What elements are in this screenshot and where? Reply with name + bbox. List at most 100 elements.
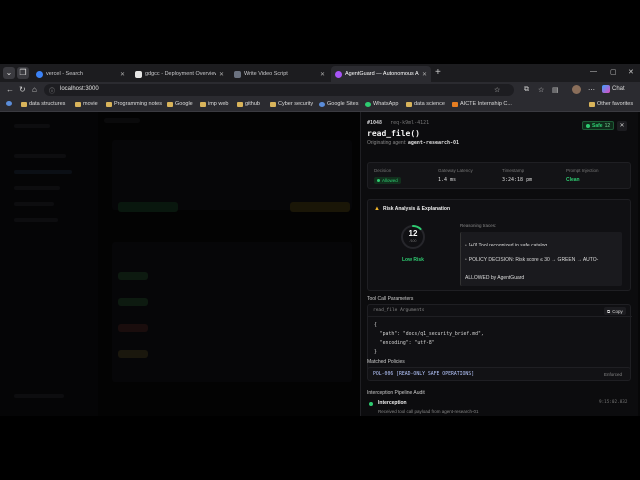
stat-prompt-injection: Prompt Injection Clean (566, 168, 599, 183)
bookmark-aicte[interactable]: AICTE Internship C... (452, 101, 512, 107)
bookmark-movie[interactable]: movie (75, 101, 98, 107)
close-icon[interactable]: ✕ (120, 71, 125, 78)
profile-avatar[interactable] (572, 85, 581, 94)
workspaces-button[interactable]: ❐ (17, 67, 29, 79)
stat-latency: Gateway Latency 1.4 ms (438, 168, 473, 183)
close-icon[interactable]: ✕ (219, 71, 224, 78)
address-bar[interactable]: ⓘ localhost:3000 ☆ (44, 84, 514, 96)
browser-window: ⌄ ❐ vercel - Search ✕ gdgcc - Deployment… (0, 64, 640, 416)
tool-call-title: read_file() (367, 129, 420, 138)
bookmarks-bar: data structures movie Programming notes … (0, 98, 640, 112)
policy-row[interactable]: POL-006 [READ-ONLY SAFE OPERATIONS] Enfo… (367, 367, 631, 381)
request-id: req-k9ml-4121 (390, 120, 430, 126)
call-id: #1048 (367, 120, 383, 126)
folder-icon (75, 101, 81, 107)
folder-icon (21, 101, 27, 107)
code-title: read_file Arguments (373, 308, 425, 313)
code-line: "path": "docs/q1_security_brief.md", (374, 332, 484, 337)
tab-vercel-search[interactable]: vercel - Search ✕ (32, 66, 129, 82)
maximize-icon[interactable]: ▢ (610, 68, 617, 76)
close-icon[interactable]: ✕ (320, 71, 325, 78)
policy-name: POL-006 [READ-ONLY SAFE OPERATIONS] (373, 372, 475, 377)
bookmark-programming-notes[interactable]: Programming notes (106, 101, 162, 107)
policies-heading: Matched Policies (367, 359, 405, 365)
info-icon: ⓘ (49, 89, 56, 95)
address-row: ← ↻ ⌂ ⓘ localhost:3000 ☆ ⧉ ☆ ▤ ⋯ Chat (0, 82, 640, 98)
minimize-icon[interactable]: — (590, 68, 597, 75)
bookmark-github[interactable]: github (237, 101, 260, 107)
code-line: { (374, 323, 377, 328)
folder-icon (106, 101, 112, 107)
stat-timestamp: Timestamp 3:24:18 pm (502, 168, 533, 183)
agentguard-icon (335, 70, 342, 78)
folder-icon (270, 101, 276, 107)
call-id-row: #1048 req-k9ml-4121 (367, 120, 429, 126)
folder-icon (589, 101, 595, 107)
tab-actions-button[interactable]: ⌄ (3, 67, 15, 79)
bookmark-data-structures[interactable]: data structures (21, 101, 65, 107)
modal-overlay[interactable] (0, 112, 360, 416)
copilot-chat-button[interactable]: Chat (602, 85, 625, 93)
audit-heading: Interception Pipeline Audit (367, 390, 425, 396)
policy-status: Enforced (604, 372, 623, 377)
bookmark-cyber-security[interactable]: Cyber security (270, 101, 313, 107)
traces-label: Reasoning traces: (460, 223, 497, 228)
close-window-icon[interactable]: ✕ (628, 68, 634, 76)
copilot-icon (602, 85, 610, 93)
home-icon[interactable]: ⌂ (32, 85, 37, 94)
risk-score: 12 (408, 229, 418, 238)
tab-write-video-script[interactable]: Write Video Script ✕ (230, 66, 329, 82)
step-title: Interception (378, 400, 407, 406)
risk-heading: ▲ Risk Analysis & Explanation (374, 206, 451, 212)
new-tab-button[interactable]: + (435, 67, 441, 79)
risk-level: Low Risk (402, 257, 424, 263)
back-icon[interactable]: ← (6, 85, 14, 94)
other-favorites[interactable]: Other favorites (589, 101, 633, 107)
extensions-icon[interactable]: ⧉ (524, 86, 529, 94)
code-line: "encoding": "utf-8" (374, 341, 435, 346)
bookmark-google[interactable]: Google (167, 101, 193, 107)
favorites-icon[interactable]: ☆ (538, 86, 544, 94)
tab-deployment-overview[interactable]: gdgcc - Deployment Overview ✕ (131, 66, 228, 82)
close-icon[interactable]: ✕ (422, 71, 427, 78)
bullet-icon: • (465, 257, 467, 263)
more-icon[interactable]: ⋯ (588, 86, 595, 94)
risk-score-gauge: 12 /100 (400, 224, 426, 250)
warning-icon: ▲ (374, 206, 380, 212)
google-sites-icon (319, 101, 325, 107)
bookmark-imp-web[interactable]: imp web (200, 101, 228, 107)
agent-name: agent-research-01 (407, 140, 460, 146)
collections-icon[interactable]: ▤ (552, 86, 559, 94)
stat-decision: Decision Allowed (374, 168, 401, 184)
folder-icon (237, 101, 243, 107)
whatsapp-icon (365, 101, 371, 107)
originating-agent: Originating agent: agent-research-01 (367, 140, 460, 146)
allowed-badge: Allowed (374, 177, 401, 184)
tab-agentguard[interactable]: AgentGuard — Autonomous AI Ag ✕ (331, 66, 431, 82)
bookmark-google-sites[interactable]: Google Sites (319, 101, 359, 107)
code-header: read_file Arguments ⧉ Copy (368, 305, 632, 317)
reasoning-trace: • POLICY DECISION: Risk score ≤ 30 → GREE… (460, 246, 622, 286)
favorite-star-icon[interactable]: ☆ (494, 86, 500, 94)
bookmark-whatsapp[interactable]: WhatsApp (365, 101, 398, 107)
params-code-block: read_file Arguments ⧉ Copy { "path": "do… (367, 304, 632, 374)
check-icon (377, 179, 380, 182)
page: #1048 req-k9ml-4121 read_file() Originat… (0, 112, 640, 416)
tab-strip: ⌄ ❐ vercel - Search ✕ gdgcc - Deployment… (0, 64, 640, 82)
risk-score-max: /100 (409, 239, 417, 243)
refresh-icon[interactable]: ↻ (19, 85, 26, 94)
copy-button[interactable]: ⧉ Copy (604, 307, 626, 315)
audit-step: Interception Received tool call payload … (367, 400, 631, 416)
step-dot-icon (369, 402, 373, 406)
screen: ⌄ ❐ vercel - Search ✕ gdgcc - Deployment… (0, 0, 640, 480)
close-panel-button[interactable]: ✕ (617, 121, 627, 131)
folder-icon (167, 101, 173, 107)
bookmark-data-science[interactable]: data science (406, 101, 445, 107)
vercel-icon (135, 70, 142, 78)
copy-icon: ⧉ (607, 308, 611, 314)
risk-analysis-card: ▲ Risk Analysis & Explanation 12 /100 Lo… (367, 199, 631, 291)
page-icon (234, 70, 241, 78)
status-dot-icon (586, 123, 590, 128)
url-text: localhost:3000 (60, 86, 99, 92)
bookmark-apps[interactable] (6, 101, 12, 106)
